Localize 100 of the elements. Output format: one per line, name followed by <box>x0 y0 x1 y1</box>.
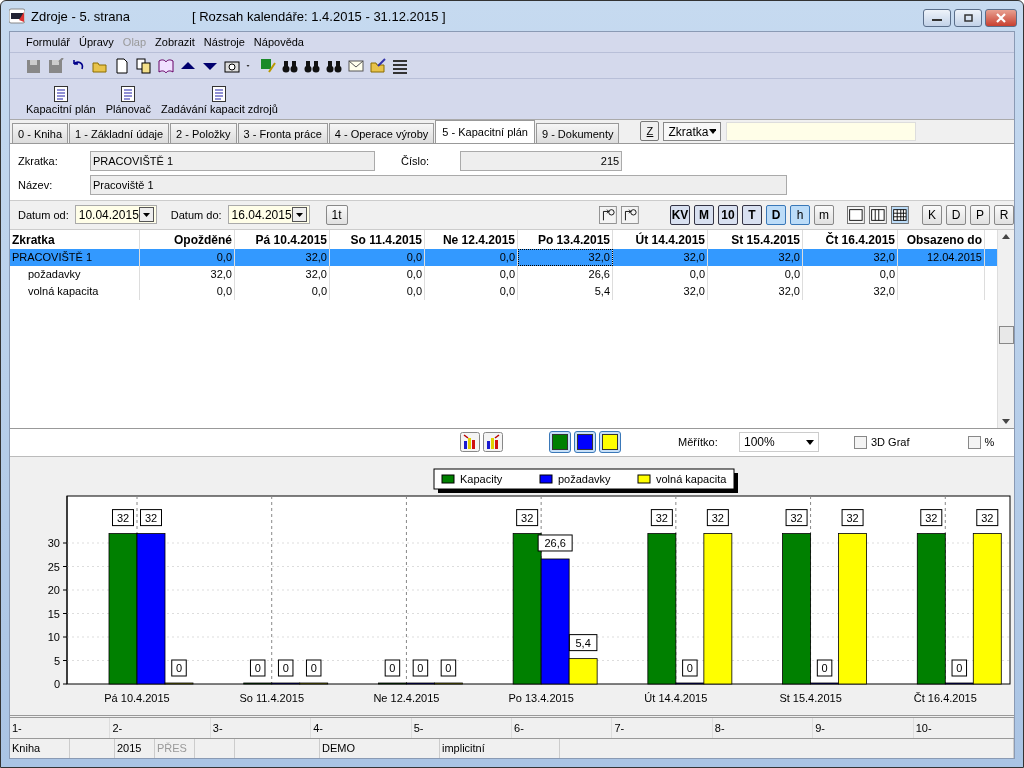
tab[interactable]: 4 - Operace výroby <box>328 123 435 144</box>
search-mode-button[interactable]: Z <box>640 121 660 142</box>
table-cell: 0,0 <box>216 250 232 263</box>
table-cell: 32,0 <box>588 250 610 263</box>
table-cell: 32,0 <box>683 284 705 297</box>
menu-item[interactable]: Formulář <box>26 36 70 48</box>
checkbox[interactable] <box>854 435 867 449</box>
table-cell: 32,0 <box>305 267 327 280</box>
column-header[interactable]: Čt 16.4.2015 <box>803 229 898 249</box>
column-header[interactable]: Opožděné <box>140 229 235 249</box>
column-header[interactable]: Út 14.4.2015 <box>613 229 708 249</box>
data-label: 32 <box>981 511 994 524</box>
filter-button[interactable]: K <box>921 204 942 225</box>
maximize-button[interactable] <box>954 9 982 27</box>
legend-entry: volná kapacita <box>637 473 727 485</box>
column-header[interactable]: Zkratka <box>10 229 140 249</box>
column-number: 5- <box>411 718 513 738</box>
spreadsheet-icon[interactable] <box>260 57 276 74</box>
filter-button[interactable]: D <box>945 204 966 225</box>
toolbar-button[interactable]: Zadávání kapacit zdrojů <box>161 86 278 115</box>
column-header[interactable]: St 15.4.2015 <box>708 229 803 249</box>
column-header[interactable]: Pá 10.4.2015 <box>235 229 330 249</box>
minimize-button[interactable] <box>923 9 951 27</box>
series-toggle-button[interactable] <box>549 431 571 454</box>
field-label: Číslo: <box>401 155 430 168</box>
date-field[interactable]: 16.04.2015 <box>227 205 310 225</box>
book-icon[interactable] <box>158 57 174 74</box>
bar-chart-icon[interactable] <box>483 432 503 453</box>
scale-select[interactable]: 100% <box>739 432 819 453</box>
menu-icon[interactable] <box>392 57 408 74</box>
column-header[interactable]: Ne 12.4.2015 <box>425 229 518 249</box>
tab[interactable]: 9 - Dokumenty <box>535 123 620 144</box>
search-field-select[interactable]: Zkratka <box>663 122 722 142</box>
menu-item[interactable]: Nástroje <box>203 36 245 48</box>
menu-item[interactable]: Zobrazit <box>155 36 195 48</box>
scale-button[interactable]: D <box>765 204 786 225</box>
value-label: 32 <box>920 509 943 527</box>
x-axis-label: Čt 16.4.2015 <box>913 692 977 704</box>
scale-button[interactable]: KV <box>669 204 690 225</box>
scale-button[interactable]: 10 <box>717 204 738 225</box>
toolbar-button[interactable]: Kapacitní plán <box>26 86 96 115</box>
series-toggle-button[interactable] <box>574 431 596 454</box>
today-button[interactable]: 1t <box>325 204 348 225</box>
copy-icon[interactable] <box>136 57 152 74</box>
legend-label: volná kapacita <box>656 472 728 485</box>
filter-button[interactable]: R <box>993 204 1014 225</box>
bar-chart-icon[interactable] <box>460 432 480 453</box>
date-field[interactable]: 10.04.2015 <box>74 205 157 225</box>
x-axis-label: Pá 10.4.2015 <box>104 692 170 704</box>
input-field[interactable]: PRACOVIŠTĚ 1 <box>90 151 375 172</box>
filter-button[interactable]: P <box>969 204 990 225</box>
scale-button[interactable]: M <box>693 204 714 225</box>
row-label: PRACOVIŠTĚ 1 <box>10 248 140 266</box>
scroll-up-icon[interactable] <box>1002 233 1010 239</box>
checkbox[interactable] <box>967 435 981 449</box>
scrollbar[interactable] <box>997 229 1014 428</box>
data-label: 0 <box>254 661 261 674</box>
menu-item[interactable]: Úpravy <box>79 36 114 48</box>
table-row[interactable]: požadavky 32,0 32,0 0,0 0,0 26,6 0,0 0,0 0,0 <box>10 265 997 283</box>
value-label: 32 <box>841 509 864 527</box>
search-field[interactable] <box>726 122 917 142</box>
view-icon[interactable] <box>847 204 866 225</box>
save-as-icon[interactable] <box>48 57 64 74</box>
x-axis-label: So 11.4.2015 <box>239 692 305 704</box>
table-row[interactable]: PRACOVIŠTĚ 1 0,0 32,0 0,0 0,0 32,0 32,0 32,0 32,0 12.04.2015 <box>10 248 997 266</box>
scrollbar-thumb[interactable] <box>998 325 1014 344</box>
view-icon[interactable] <box>869 204 887 225</box>
scale-button[interactable]: h <box>789 204 810 225</box>
column-header[interactable]: Obsazeno do <box>898 229 985 249</box>
tab[interactable]: 5 - Kapacitní plán <box>435 120 535 144</box>
table-cell: 32,0 <box>683 250 705 263</box>
envelope-icon[interactable] <box>348 57 364 74</box>
shift-icon[interactable] <box>599 204 618 225</box>
column-header[interactable]: Po 13.4.2015 <box>518 229 613 249</box>
series-toggle-button[interactable] <box>599 431 621 454</box>
table-cell: 0,0 <box>784 267 800 280</box>
folder-pen-icon[interactable] <box>370 57 386 74</box>
page-icon[interactable] <box>114 57 130 74</box>
scale-button[interactable]: T <box>741 204 762 225</box>
table-cell: 32,0 <box>778 250 800 263</box>
tab[interactable]: 1 - Základní údaje <box>69 123 170 144</box>
scale-button[interactable]: m <box>813 204 834 225</box>
close-button[interactable] <box>985 9 1017 27</box>
table-row[interactable]: volná kapacita 0,0 0,0 0,0 0,0 5,4 32,0 32,0 32,0 <box>10 282 997 300</box>
view-icon[interactable] <box>890 204 909 225</box>
menu-item[interactable]: Nápověda <box>253 36 304 48</box>
caret-icon <box>708 129 717 135</box>
shift-icon[interactable] <box>621 204 639 225</box>
input-field[interactable]: Pracoviště 1 <box>90 175 787 196</box>
column-header[interactable]: So 11.4.2015 <box>330 229 425 249</box>
save-icon[interactable] <box>26 57 42 74</box>
tab[interactable]: 2 - Položky <box>170 123 237 144</box>
checkbox-label: % <box>984 436 995 449</box>
data-label: 32 <box>521 511 534 524</box>
data-label: 0 <box>956 661 963 674</box>
tab[interactable]: 0 - Kniha <box>12 123 69 144</box>
toolbar-button[interactable]: Plánovač <box>105 86 151 115</box>
scroll-down-icon[interactable] <box>1002 418 1010 424</box>
input-field[interactable]: 215 <box>460 151 623 172</box>
tab[interactable]: 3 - Fronta práce <box>237 123 328 144</box>
